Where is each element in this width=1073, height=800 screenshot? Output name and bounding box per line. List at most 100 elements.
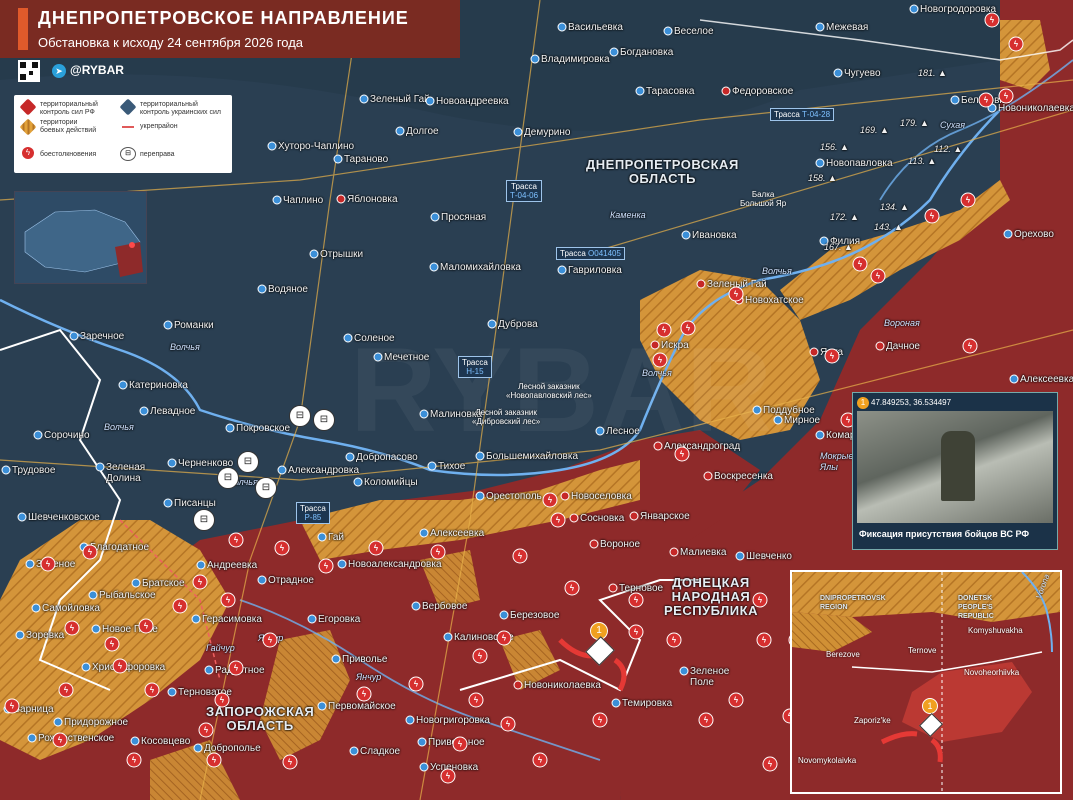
- settlement-marker[interactable]: [277, 465, 287, 475]
- clash-icon[interactable]: ϟ: [762, 756, 778, 772]
- settlement-marker[interactable]: [373, 352, 383, 362]
- settlement-marker[interactable]: [557, 265, 567, 275]
- clash-icon[interactable]: ϟ: [628, 592, 644, 608]
- clash-icon[interactable]: ϟ: [52, 732, 68, 748]
- settlement-marker[interactable]: [513, 680, 523, 690]
- clash-icon[interactable]: ϟ: [228, 660, 244, 676]
- settlement-marker[interactable]: [487, 319, 497, 329]
- clash-icon[interactable]: ϟ: [318, 558, 334, 574]
- settlement-marker[interactable]: [669, 547, 679, 557]
- settlement-marker[interactable]: [609, 47, 619, 57]
- settlement-marker[interactable]: [950, 95, 960, 105]
- clash-icon[interactable]: ϟ: [978, 92, 994, 108]
- settlement-marker[interactable]: [257, 284, 267, 294]
- clash-icon[interactable]: ϟ: [468, 692, 484, 708]
- settlement-marker[interactable]: [427, 461, 437, 471]
- settlement-marker[interactable]: [815, 22, 825, 32]
- settlement-marker[interactable]: [425, 96, 435, 106]
- brand-name[interactable]: @RYBAR: [70, 63, 124, 77]
- settlement-marker[interactable]: [417, 737, 427, 747]
- settlement-marker[interactable]: [629, 511, 639, 521]
- crossing-icon[interactable]: ⊟: [217, 467, 239, 489]
- settlement-marker[interactable]: [257, 575, 267, 585]
- clash-icon[interactable]: ϟ: [756, 632, 772, 648]
- settlement-marker[interactable]: [353, 477, 363, 487]
- clash-icon[interactable]: ϟ: [368, 540, 384, 556]
- settlement-marker[interactable]: [317, 532, 327, 542]
- settlement-marker[interactable]: [411, 601, 421, 611]
- settlement-marker[interactable]: [875, 341, 885, 351]
- settlement-marker[interactable]: [167, 458, 177, 468]
- settlement-marker[interactable]: [333, 154, 343, 164]
- settlement-marker[interactable]: [31, 603, 41, 613]
- settlement-marker[interactable]: [118, 380, 128, 390]
- clash-icon[interactable]: ϟ: [962, 338, 978, 354]
- settlement-marker[interactable]: [95, 462, 105, 472]
- clash-icon[interactable]: ϟ: [960, 192, 976, 208]
- settlement-marker[interactable]: [405, 715, 415, 725]
- clash-icon[interactable]: ϟ: [138, 618, 154, 634]
- clash-icon[interactable]: ϟ: [408, 676, 424, 692]
- settlement-marker[interactable]: [611, 698, 621, 708]
- clash-icon[interactable]: ϟ: [472, 648, 488, 664]
- settlement-marker[interactable]: [721, 86, 731, 96]
- settlement-marker[interactable]: [1009, 374, 1019, 384]
- settlement-marker[interactable]: [696, 279, 706, 289]
- clash-icon[interactable]: ϟ: [40, 556, 56, 572]
- detail-event-badge[interactable]: 1: [922, 698, 938, 714]
- clash-icon[interactable]: ϟ: [206, 752, 222, 768]
- clash-icon[interactable]: ϟ: [564, 580, 580, 596]
- settlement-marker[interactable]: [752, 405, 762, 415]
- settlement-marker[interactable]: [703, 471, 713, 481]
- clash-icon[interactable]: ϟ: [262, 632, 278, 648]
- clash-icon[interactable]: ϟ: [512, 548, 528, 564]
- settlement-marker[interactable]: [833, 68, 843, 78]
- clash-icon[interactable]: ϟ: [728, 692, 744, 708]
- clash-icon[interactable]: ϟ: [542, 492, 558, 508]
- crossing-icon[interactable]: ⊟: [289, 405, 311, 427]
- clash-icon[interactable]: ϟ: [550, 512, 566, 528]
- settlement-marker[interactable]: [91, 624, 101, 634]
- clash-icon[interactable]: ϟ: [4, 698, 20, 714]
- clash-icon[interactable]: ϟ: [356, 686, 372, 702]
- telegram-icon[interactable]: ➤: [52, 64, 66, 78]
- clash-icon[interactable]: ϟ: [198, 722, 214, 738]
- settlement-marker[interactable]: [815, 158, 825, 168]
- clash-icon[interactable]: ϟ: [666, 632, 682, 648]
- clash-icon[interactable]: ϟ: [500, 716, 516, 732]
- settlement-marker[interactable]: [429, 262, 439, 272]
- clash-icon[interactable]: ϟ: [452, 736, 468, 752]
- clash-icon[interactable]: ϟ: [112, 658, 128, 674]
- clash-icon[interactable]: ϟ: [870, 268, 886, 284]
- settlement-marker[interactable]: [225, 423, 235, 433]
- clash-icon[interactable]: ϟ: [824, 348, 840, 364]
- clash-icon[interactable]: ϟ: [220, 592, 236, 608]
- settlement-marker[interactable]: [681, 230, 691, 240]
- settlement-marker[interactable]: [430, 212, 440, 222]
- clash-icon[interactable]: ϟ: [82, 544, 98, 560]
- clash-icon[interactable]: ϟ: [924, 208, 940, 224]
- settlement-marker[interactable]: [359, 94, 369, 104]
- clash-icon[interactable]: ϟ: [698, 712, 714, 728]
- settlement-marker[interactable]: [17, 512, 27, 522]
- settlement-marker[interactable]: [569, 513, 579, 523]
- clash-icon[interactable]: ϟ: [674, 446, 690, 462]
- clash-icon[interactable]: ϟ: [144, 682, 160, 698]
- clash-icon[interactable]: ϟ: [680, 320, 696, 336]
- settlement-marker[interactable]: [530, 54, 540, 64]
- settlement-marker[interactable]: [653, 441, 663, 451]
- qr-code-icon[interactable]: [18, 60, 40, 82]
- clash-icon[interactable]: ϟ: [430, 544, 446, 560]
- clash-icon[interactable]: ϟ: [274, 540, 290, 556]
- settlement-marker[interactable]: [307, 614, 317, 624]
- settlement-marker[interactable]: [53, 717, 63, 727]
- settlement-marker[interactable]: [130, 736, 140, 746]
- clash-icon[interactable]: ϟ: [214, 692, 230, 708]
- settlement-marker[interactable]: [735, 551, 745, 561]
- settlement-marker[interactable]: [139, 406, 149, 416]
- clash-icon[interactable]: ϟ: [228, 532, 244, 548]
- settlement-marker[interactable]: [679, 666, 689, 676]
- settlement-marker[interactable]: [773, 415, 783, 425]
- settlement-marker[interactable]: [560, 491, 570, 501]
- settlement-marker[interactable]: [475, 491, 485, 501]
